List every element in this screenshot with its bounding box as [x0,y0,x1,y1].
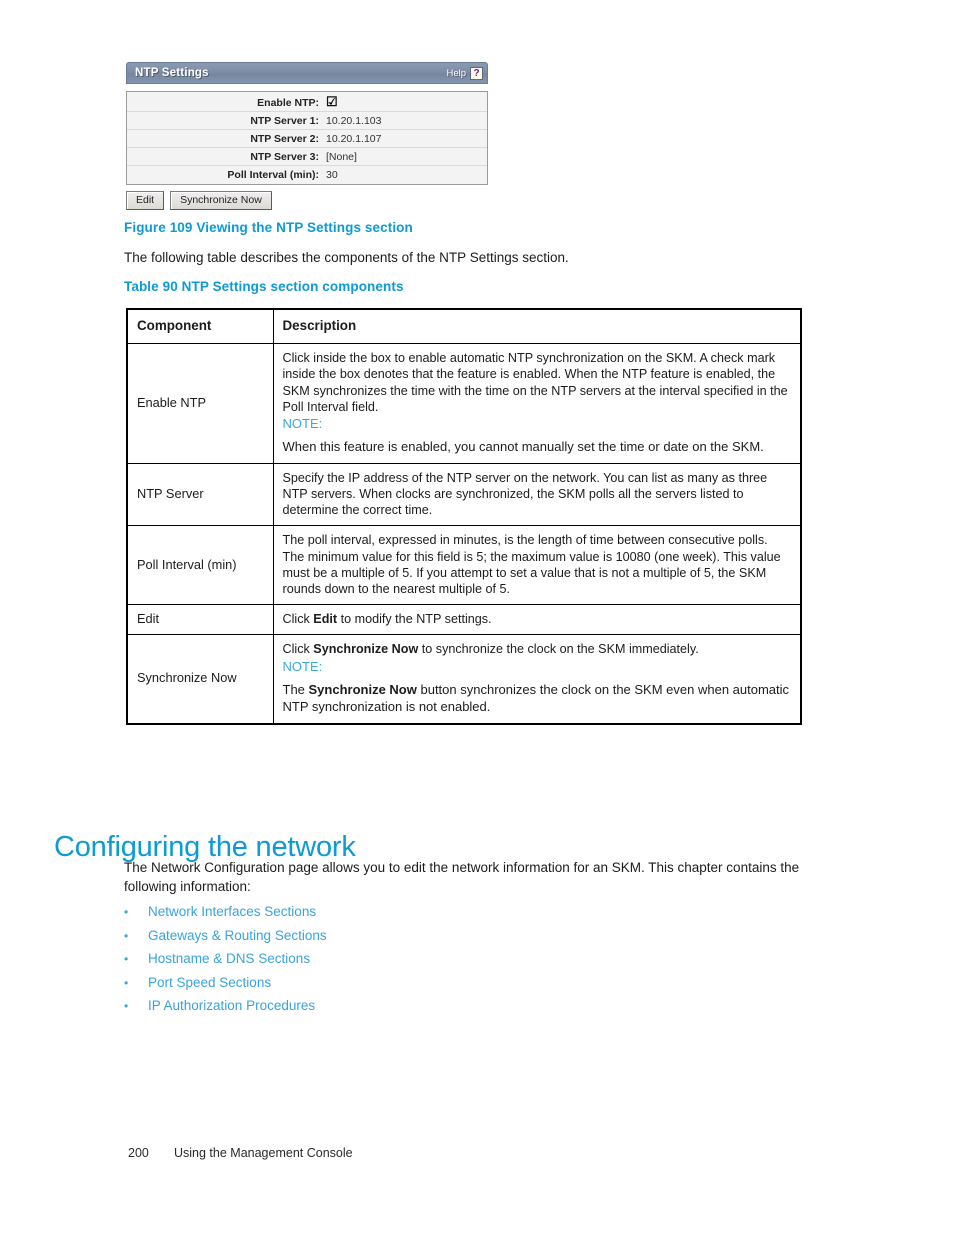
link-port-speed-sections[interactable]: Port Speed Sections [148,975,271,990]
panel-title: NTP Settings [135,67,209,79]
bullet-icon: • [124,905,129,919]
edit-button[interactable]: Edit [126,191,165,210]
component-name: Edit [126,604,274,636]
help-link[interactable]: Help ? [446,66,483,80]
bullet-icon: • [124,928,129,943]
list-item[interactable]: • Port Speed Sections [124,975,544,999]
table-row: NTP Server Specify the IP address of the… [126,462,802,527]
component-description: Specify the IP address of the NTP server… [272,462,802,527]
poll-interval-label: Poll Interval (min): [227,168,319,181]
component-name: Synchronize Now [126,634,274,725]
description-text: Click Edit to modify the NTP settings. [282,612,492,627]
table-row: Poll Interval (min) The poll interval, e… [126,525,802,606]
help-label: Help [446,67,466,79]
ntp-settings-figure: NTP Settings Help ? Enable NTP: ☑ NTP Se… [126,62,488,210]
note-label: NOTE: [282,658,323,674]
link-hostname-dns-sections[interactable]: Hostname & DNS Sections [148,951,310,966]
note-body: When this feature is enabled, you cannot… [282,439,764,455]
ntp-settings-components-table: Component Description Enable NTP Click i… [126,308,802,725]
description-text: Click Synchronize Now to synchronize the… [282,642,699,657]
section-paragraph: The Network Configuration page allows yo… [124,860,800,894]
enable-ntp-label: Enable NTP: [257,96,319,109]
poll-interval-value: 30 [326,168,338,181]
ntp-server-3-value: [None] [326,150,357,163]
form-row-poll-interval: Poll Interval (min): 30 [127,166,487,183]
description-text: Specify the IP address of the NTP server… [282,470,768,518]
description-text: Click inside the box to enable automatic… [282,351,788,414]
link-network-interfaces-sections[interactable]: Network Interfaces Sections [148,904,316,919]
component-description: The poll interval, expressed in minutes,… [272,525,802,606]
table-header-row: Component Description [126,308,802,345]
note-label: NOTE: [282,416,323,432]
ntp-settings-button-bar: Edit Synchronize Now [126,191,488,210]
form-row-ntp-server-3: NTP Server 3: [None] [127,148,487,166]
table-caption: Table 90 NTP Settings section components [124,279,404,294]
bullet-icon: • [124,952,129,966]
ntp-server-1-value: 10.20.1.103 [326,114,382,127]
note-body: The Synchronize Now button synchronizes … [282,681,790,715]
component-name: NTP Server [126,462,274,527]
table-row: Edit Click Edit to modify the NTP settin… [126,604,802,636]
bullet-icon: • [124,975,129,990]
list-item[interactable]: • IP Authorization Procedures [124,998,544,1022]
help-question-icon[interactable]: ? [470,66,483,80]
component-description: Click inside the box to enable automatic… [272,343,802,464]
enable-ntp-checkbox[interactable]: ☑ [326,94,338,109]
column-header-description: Description [272,308,802,345]
bullet-icon: • [124,999,129,1013]
link-gateways-routing-sections[interactable]: Gateways & Routing Sections [148,928,327,943]
figure-caption: Figure 109 Viewing the NTP Settings sect… [124,220,413,235]
footer-page-number: 200 [128,1146,149,1160]
component-description: Click Edit to modify the NTP settings. [272,604,802,636]
ntp-settings-form: Enable NTP: ☑ NTP Server 1: 10.20.1.103 … [126,91,488,185]
list-item[interactable]: • Gateways & Routing Sections [124,928,544,952]
form-row-ntp-server-1: NTP Server 1: 10.20.1.103 [127,112,487,130]
intro-paragraph: The following table describes the compon… [124,250,569,265]
cross-reference-list: • Network Interfaces Sections • Gateways… [124,904,544,1022]
checkmark-icon: ☑ [326,94,338,109]
table-row: Synchronize Now Click Synchronize Now to… [126,634,802,725]
component-name: Poll Interval (min) [126,525,274,606]
ntp-server-1-label: NTP Server 1: [250,114,319,127]
footer-running-title: Using the Management Console [174,1146,353,1160]
link-ip-authorization-procedures[interactable]: IP Authorization Procedures [148,998,315,1013]
component-description: Click Synchronize Now to synchronize the… [272,634,802,725]
synchronize-now-button[interactable]: Synchronize Now [170,191,272,210]
form-row-enable-ntp: Enable NTP: ☑ [127,94,487,112]
list-item[interactable]: • Network Interfaces Sections [124,904,544,928]
description-text: The poll interval, expressed in minutes,… [282,533,781,596]
ntp-server-3-label: NTP Server 3: [250,150,319,163]
ntp-server-2-label: NTP Server 2: [250,132,319,145]
page-footer: 200 Using the Management Console [128,1146,353,1160]
ntp-server-2-value: 10.20.1.107 [326,132,382,145]
list-item[interactable]: • Hostname & DNS Sections [124,951,544,975]
ntp-settings-panel-header: NTP Settings Help ? [126,62,488,84]
component-name: Enable NTP [126,343,274,464]
column-header-component: Component [126,308,274,345]
table-row: Enable NTP Click inside the box to enabl… [126,343,802,464]
form-row-ntp-server-2: NTP Server 2: 10.20.1.107 [127,130,487,148]
